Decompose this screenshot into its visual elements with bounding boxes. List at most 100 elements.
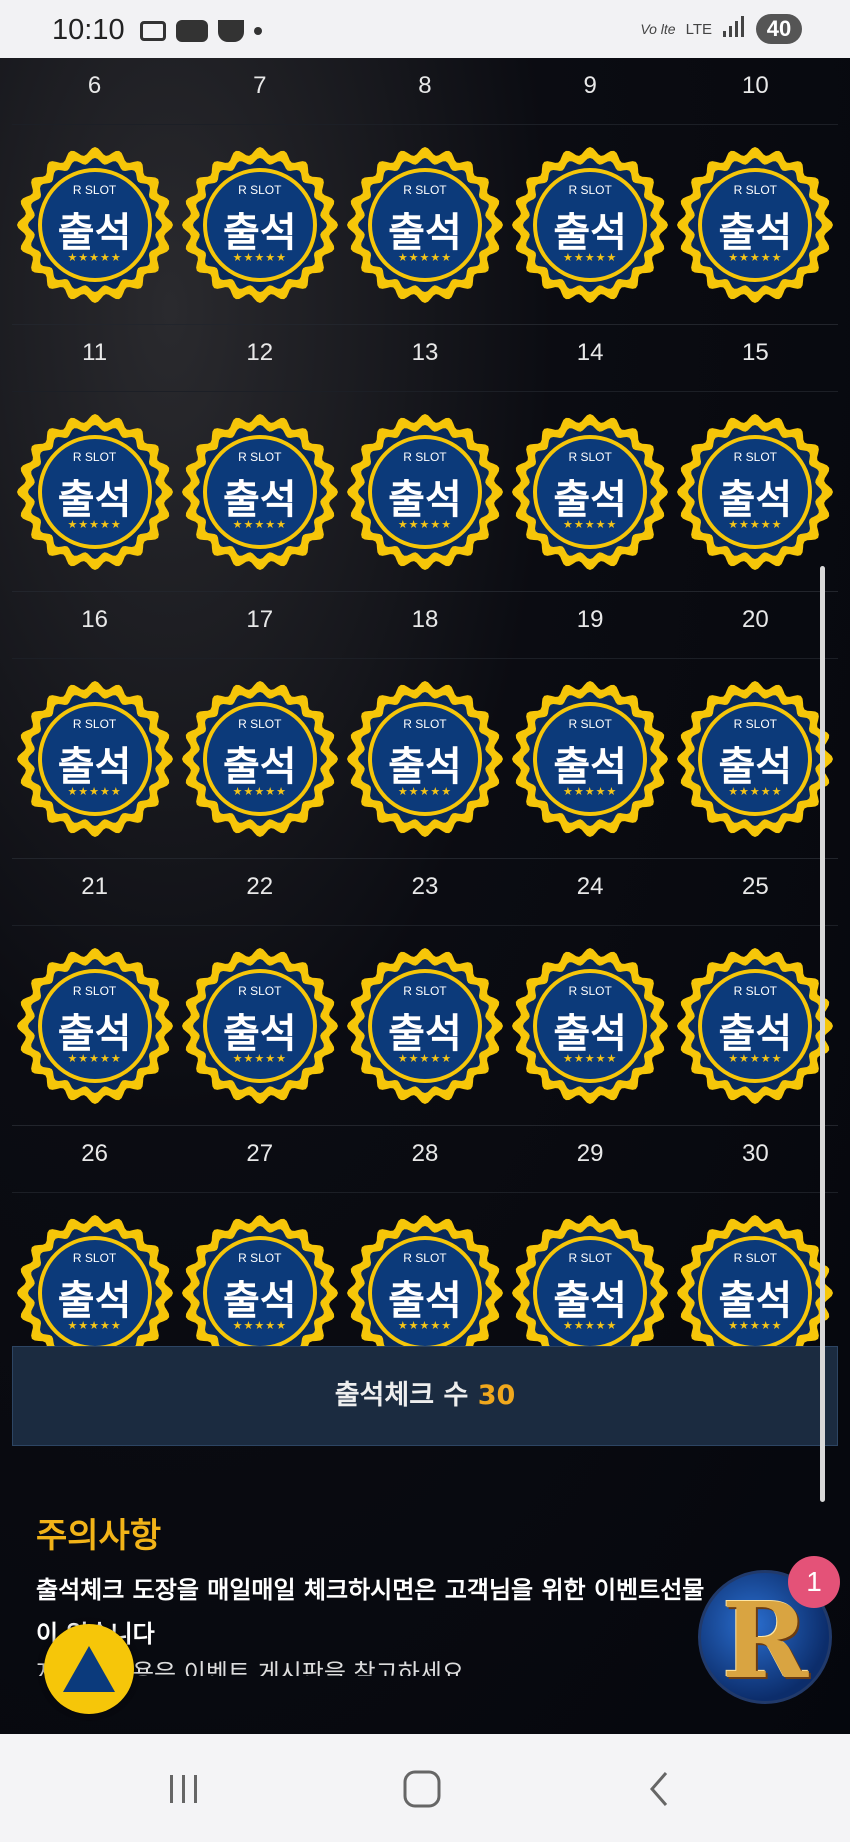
attendance-day-cell[interactable]: R SLOT 출석 ★★★★★ [177, 412, 342, 572]
badge-row: R SLOT 출석 ★★★★★ R SLOT 출석 ★★★★★ R SLOT 출석 ★★★★★ R… [12, 392, 838, 591]
badge-stars: ★★★★★ [397, 1051, 453, 1065]
notification-badge: 1 [788, 1556, 840, 1608]
attendance-day-cell[interactable]: R SLOT 출석 ★★★★★ [673, 412, 838, 572]
badge-word: 출석 [388, 1010, 462, 1057]
attendance-day-cell[interactable]: R SLOT 출석 ★★★★★ [508, 679, 673, 839]
scrollbar[interactable] [820, 566, 825, 1502]
day-number: 12 [246, 339, 274, 366]
attendance-page: 6 7 8 9 10 R SLOT 출석 ★★★★★ R SLOT 출석 ★★★★★ R SLOT 출석… [0, 58, 850, 1734]
day-number: 21 [81, 873, 108, 900]
badge-brand: R SLOT [403, 716, 447, 731]
day-number: 7 [253, 72, 267, 99]
attendance-stamp-icon: R SLOT 출석 ★★★★★ [510, 946, 670, 1106]
home-button[interactable] [392, 1764, 452, 1814]
screenshot-icon [140, 21, 166, 41]
attendance-day-cell[interactable]: R SLOT 출석 ★★★★★ [177, 946, 342, 1106]
badge-brand: R SLOT [403, 182, 447, 197]
badge-stars: ★★★★★ [397, 1318, 453, 1332]
day-number: 6 [87, 72, 102, 99]
attendance-stamp-icon: R SLOT 출석 ★★★★★ [345, 412, 505, 572]
recent-apps-button[interactable] [154, 1764, 214, 1814]
attendance-stamp-icon: R SLOT 출석 ★★★★★ [675, 412, 835, 572]
day-number: 24 [576, 873, 604, 900]
badge-word: 출석 [222, 1010, 297, 1057]
badge-word: 출석 [57, 1010, 132, 1057]
badge-word: 출석 [718, 476, 793, 523]
day-number: 18 [411, 606, 439, 633]
badge-brand: R SLOT [72, 449, 117, 464]
attendance-day-cell[interactable]: R SLOT 출석 ★★★★★ [12, 946, 177, 1106]
badge-word: 출석 [222, 1277, 297, 1324]
badge-stars: ★★★★★ [397, 517, 453, 531]
attendance-day-cell[interactable]: R SLOT 출석 ★★★★★ [342, 145, 507, 305]
day-number: 9 [583, 72, 597, 99]
attendance-day-cell[interactable]: R SLOT 출석 ★★★★★ [12, 412, 177, 572]
badge-brand: R SLOT [238, 983, 282, 998]
attendance-day-cell[interactable]: R SLOT 출석 ★★★★★ [12, 145, 177, 305]
badge-stars: ★★★★★ [728, 784, 783, 798]
attendance-stamp-icon: R SLOT 출석 ★★★★★ [180, 679, 340, 839]
attendance-day-cell[interactable]: R SLOT 출석 ★★★★★ [177, 145, 342, 305]
attendance-day-cell[interactable]: R SLOT 출석 ★★★★★ [508, 145, 673, 305]
badge-word: 출석 [718, 1277, 793, 1324]
badge-brand: R SLOT [568, 983, 612, 998]
attendance-stamp-icon: R SLOT 출석 ★★★★★ [675, 145, 835, 305]
badge-word: 출석 [222, 209, 297, 256]
scroll-top-button[interactable] [44, 1624, 134, 1714]
badge-word: 출석 [57, 1277, 132, 1324]
badge-brand: R SLOT [238, 449, 282, 464]
badge-stars: ★★★★★ [232, 517, 287, 531]
attendance-day-cell[interactable]: R SLOT 출석 ★★★★★ [342, 412, 507, 572]
badge-stars: ★★★★★ [728, 1051, 783, 1065]
day-number: 25 [741, 873, 769, 900]
day-number: 14 [576, 339, 604, 366]
attendance-stamp-icon: R SLOT 출석 ★★★★★ [15, 412, 175, 572]
day-number-row: 26 27 28 29 30 [12, 1126, 838, 1193]
badge-word: 출석 [553, 1010, 627, 1057]
attendance-day-cell[interactable]: R SLOT 출석 ★★★★★ [342, 679, 507, 839]
badge-stars: ★★★★★ [728, 1318, 783, 1332]
back-button[interactable] [630, 1764, 690, 1814]
badge-word: 출석 [553, 1277, 627, 1324]
attendance-day-cell[interactable]: R SLOT 출석 ★★★★★ [508, 412, 673, 572]
notice-title: 주의사항 [36, 1516, 162, 1556]
badge-brand: R SLOT [733, 449, 778, 464]
badge-brand: R SLOT [403, 449, 447, 464]
attendance-stamp-icon: R SLOT 출석 ★★★★★ [180, 946, 340, 1106]
attendance-stamp-icon: R SLOT 출석 ★★★★★ [510, 145, 670, 305]
coffee-icon [218, 20, 244, 42]
back-icon [650, 1772, 668, 1806]
attendance-day-cell[interactable]: R SLOT 출석 ★★★★★ [177, 679, 342, 839]
notice-text: 출석체크 도장을 매일매일 체크하시면은 고객님을 위한 이벤트선물이 있습니다 [36, 1576, 705, 1648]
attendance-stamp-icon: R SLOT 출석 ★★★★★ [675, 679, 835, 839]
badge-stars: ★★★★★ [67, 1051, 122, 1065]
attendance-day-cell[interactable]: R SLOT 출석 ★★★★★ [12, 679, 177, 839]
badge-stars: ★★★★★ [232, 784, 287, 798]
day-number-row: 16 17 18 19 20 [12, 592, 838, 659]
badge-word: 출석 [57, 209, 132, 256]
calendar-week-row: 16 17 18 19 20 R SLOT 출석 ★★★★★ R SLOT 출석 ★★★★★ R SL… [12, 592, 838, 859]
attendance-day-cell[interactable]: R SLOT 출석 ★★★★★ [508, 946, 673, 1106]
badge-brand: R SLOT [733, 716, 778, 731]
badge-brand: R SLOT [568, 1250, 612, 1265]
badge-word: 출석 [553, 476, 627, 523]
badge-word: 출석 [388, 476, 462, 523]
badge-stars: ★★★★★ [397, 784, 453, 798]
attendance-stamp-icon: R SLOT 출석 ★★★★★ [15, 679, 175, 839]
day-number: 17 [246, 606, 274, 633]
badge-stars: ★★★★★ [67, 1318, 122, 1332]
attendance-stamp-icon: R SLOT 출석 ★★★★★ [180, 145, 340, 305]
badge-stars: ★★★★★ [232, 1318, 287, 1332]
calendar-week-row: 21 22 23 24 25 R SLOT 출석 ★★★★★ R SLOT 출석 ★★★★★ R SL… [12, 859, 838, 1126]
attendance-stamp-icon: R SLOT 출석 ★★★★★ [675, 946, 835, 1106]
badge-brand: R SLOT [568, 716, 612, 731]
day-number: 28 [411, 1140, 439, 1167]
attendance-day-cell[interactable]: R SLOT 출석 ★★★★★ [673, 679, 838, 839]
badge-brand: R SLOT [72, 182, 117, 197]
attendance-day-cell[interactable]: R SLOT 출석 ★★★★★ [673, 145, 838, 305]
attendance-day-cell[interactable]: R SLOT 출석 ★★★★★ [342, 946, 507, 1106]
attendance-day-cell[interactable]: R SLOT 출석 ★★★★★ [673, 946, 838, 1106]
calendar-week-row: 11 12 13 14 15 R SLOT 출석 ★★★★★ R SLOT 출석 ★★★★★ R SL… [12, 325, 838, 592]
day-number: 29 [576, 1140, 604, 1167]
day-number: 11 [82, 339, 108, 366]
